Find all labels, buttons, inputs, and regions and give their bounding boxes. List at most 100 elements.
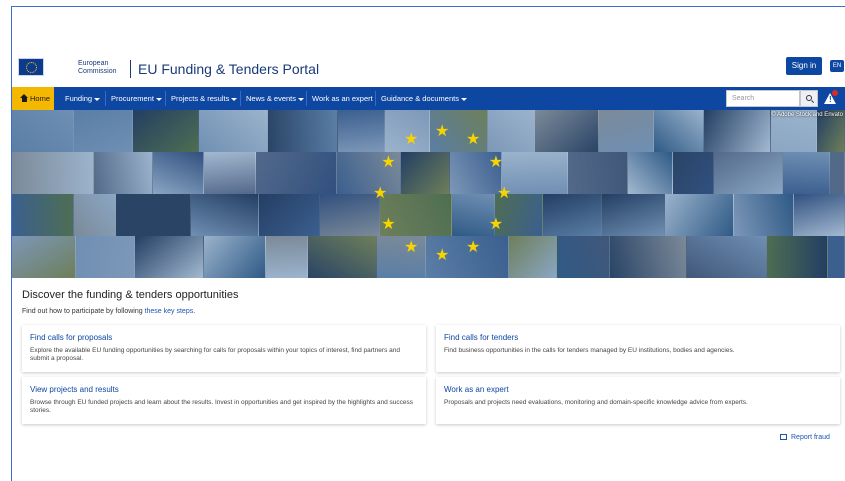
nav-label-work-as-expert: Work as an expert <box>312 94 373 103</box>
search-button[interactable] <box>800 90 818 107</box>
collage-photo-tile <box>266 236 308 278</box>
card-view-projects-results[interactable]: View projects and results Browse through… <box>22 377 426 424</box>
collage-photo-tile <box>401 152 450 194</box>
collage-photo-tile <box>377 236 426 278</box>
report-fraud-link[interactable]: Report fraud <box>780 434 830 441</box>
collage-photo-tile <box>830 152 845 194</box>
nav-item-work-as-expert[interactable]: Work as an expert <box>312 87 373 110</box>
nav-item-home[interactable]: Home <box>12 87 55 110</box>
collage-photo-tile <box>794 194 845 236</box>
collage-photo-tile <box>673 152 714 194</box>
eu-star-icon: ★ <box>404 238 419 256</box>
collage-photo-tile <box>543 194 602 236</box>
collage-photo-tile <box>199 110 268 152</box>
nav-label-procurement: Procurement <box>111 94 154 103</box>
collage-photo-tile <box>767 236 828 278</box>
intro-text: Find out how to participate by following… <box>22 308 195 315</box>
notification-alert-icon[interactable]: ! <box>824 90 838 105</box>
collage-photo-tile <box>12 194 74 236</box>
card-title[interactable]: View projects and results <box>30 385 418 394</box>
nav-separator <box>375 91 376 106</box>
report-fraud-label: Report fraud <box>791 434 830 441</box>
intro-text-prefix: Find out how to participate by following <box>22 308 145 315</box>
card-work-as-expert[interactable]: Work as an expert Proposals and projects… <box>436 377 840 424</box>
eu-star-icon: ★ <box>381 154 396 171</box>
card-title[interactable]: Find calls for proposals <box>30 333 418 342</box>
search-input[interactable]: Search <box>726 90 800 107</box>
card-find-calls-proposals[interactable]: Find calls for proposals Explore the ava… <box>22 325 426 372</box>
collage-photo-tile <box>268 110 338 152</box>
collage-photo-tile <box>654 110 704 152</box>
collage-photo-tile <box>599 110 654 152</box>
nav-label-projects-results: Projects & results <box>171 94 230 103</box>
eu-star-icon: ★ <box>373 185 388 202</box>
collage-photo-tile <box>628 152 673 194</box>
collage-photo-tile <box>133 110 199 152</box>
collage-photo-tile <box>828 236 845 278</box>
eu-star-icon: ★ <box>466 238 481 256</box>
card-title[interactable]: Work as an expert <box>444 385 832 394</box>
site-header: European Commission EU Funding & Tenders… <box>12 48 845 86</box>
eu-star-icon: ★ <box>435 247 450 264</box>
logo-line1: European <box>78 60 109 67</box>
eu-star-icon: ★ <box>488 154 504 171</box>
key-steps-link[interactable]: these key steps <box>145 308 194 315</box>
eu-flag-icon <box>18 58 44 76</box>
portal-title[interactable]: EU Funding & Tenders Portal <box>138 61 319 77</box>
eu-star-icon: ★ <box>488 216 504 233</box>
nav-separator <box>240 91 241 106</box>
home-icon <box>20 94 28 102</box>
nav-label-guidance-documents: Guidance & documents <box>381 94 459 103</box>
collage-photo-tile <box>320 194 380 236</box>
intro-text-end: . <box>193 308 196 315</box>
report-icon <box>780 434 787 441</box>
card-find-calls-tenders[interactable]: Find calls for tenders Find business opp… <box>436 325 840 372</box>
nav-item-funding[interactable]: Funding <box>65 87 101 110</box>
main-nav: Home Funding Procurement Projects & resu… <box>12 87 845 110</box>
collage-photo-tile <box>153 152 204 194</box>
collage-photo-tile <box>116 194 191 236</box>
hero-collage-image: © Adobe Stock and Envato ★ ★ ★ ★ ★ ★ ★ ★ ★ ★ ★ ★ <box>12 110 845 278</box>
collage-photo-tile <box>509 236 557 278</box>
logo-divider <box>130 60 131 78</box>
nav-label-home: Home <box>30 94 51 103</box>
nav-label-news-events: News & events <box>246 94 297 103</box>
section-title: Discover the funding & tenders opportuni… <box>22 289 239 301</box>
collage-photo-tile <box>191 194 259 236</box>
collage-photo-tile <box>568 152 628 194</box>
card-description: Proposals and projects need evaluations,… <box>444 399 748 406</box>
collage-photo-tile <box>135 236 204 278</box>
nav-item-procurement[interactable]: Procurement <box>111 87 162 110</box>
nav-label-funding: Funding <box>65 94 93 103</box>
collage-photo-tile <box>687 236 767 278</box>
collage-photo-tile <box>704 110 771 152</box>
collage-photo-tile <box>488 110 535 152</box>
card-description: Find business opportunities in the calls… <box>444 347 735 354</box>
chevron-down-icon <box>298 97 305 101</box>
chevron-down-icon <box>231 97 238 101</box>
chevron-down-icon <box>155 97 162 101</box>
nav-item-news-events[interactable]: News & events <box>246 87 305 110</box>
logo-text: European Commission <box>78 60 117 76</box>
collage-photo-tile <box>665 194 734 236</box>
eu-star-icon: ★ <box>404 131 419 149</box>
sign-in-button[interactable]: Sign in <box>786 57 822 75</box>
collage-photo-tile <box>308 236 377 278</box>
collage-photo-tile <box>74 194 116 236</box>
nav-separator <box>105 91 106 106</box>
eu-star-icon: ★ <box>497 185 512 202</box>
collage-photo-tile <box>259 194 320 236</box>
language-selector[interactable]: EN <box>830 60 844 72</box>
logo-line2: Commission <box>78 68 117 75</box>
collage-photo-tile <box>12 152 94 194</box>
collage-photo-tile <box>602 194 665 236</box>
collage-photo-tile <box>783 152 830 194</box>
collage-photo-tile <box>204 236 266 278</box>
nav-separator <box>306 91 307 106</box>
nav-item-guidance-documents[interactable]: Guidance & documents <box>381 87 467 110</box>
collage-photo-tile <box>714 152 783 194</box>
european-commission-logo[interactable]: European Commission <box>18 54 128 82</box>
image-credit: © Adobe Stock and Envato <box>771 112 843 118</box>
card-title[interactable]: Find calls for tenders <box>444 333 832 342</box>
nav-item-projects-results[interactable]: Projects & results <box>171 87 238 110</box>
